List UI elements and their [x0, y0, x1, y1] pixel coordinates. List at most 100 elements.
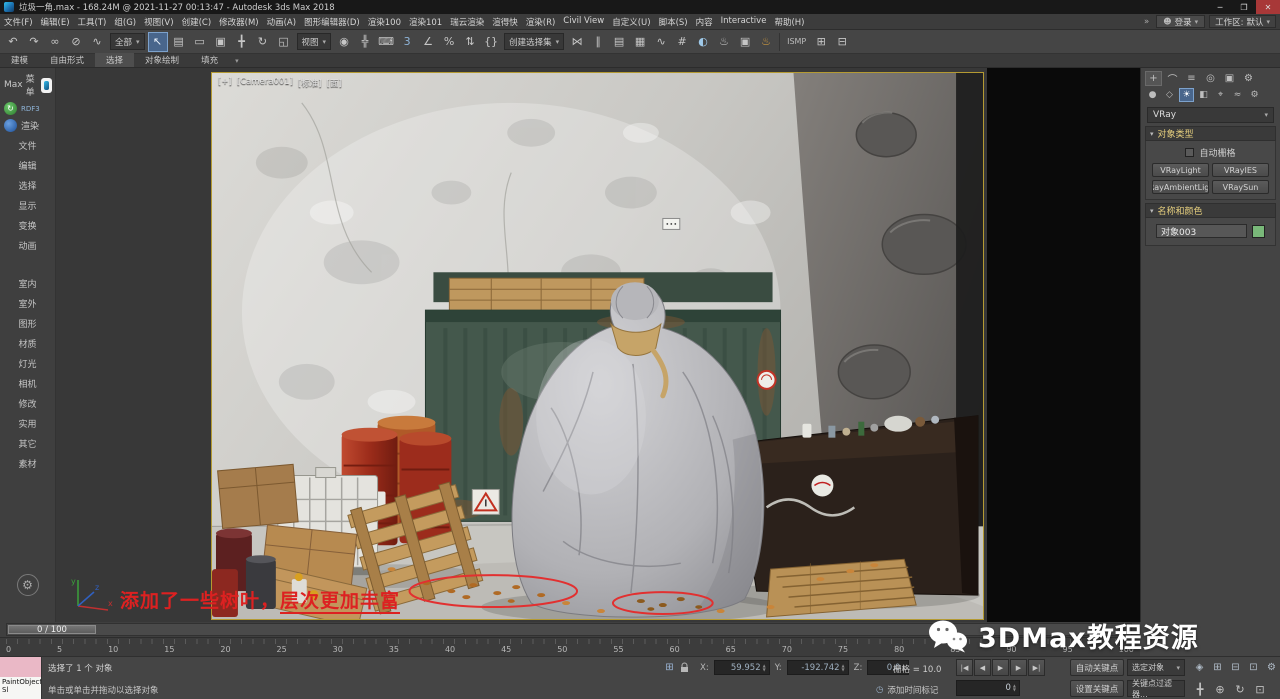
- time-slider-track[interactable]: 0 / 100: [6, 623, 1132, 636]
- sidebar-item[interactable]: 其它: [0, 435, 55, 455]
- menu-item[interactable]: 修改器(M): [215, 16, 262, 28]
- sidebar-item[interactable]: [0, 257, 55, 275]
- key-filters-button[interactable]: 关键点过滤器...: [1127, 680, 1185, 697]
- viewport-label-part[interactable]: [Camera001]: [237, 77, 293, 89]
- viewport-label-part[interactable]: [面]: [327, 77, 342, 89]
- zoom-icon[interactable]: ⊕: [1212, 681, 1228, 697]
- sidebar-item[interactable]: 室内: [0, 275, 55, 295]
- keyboard-override-icon[interactable]: ⌨: [376, 32, 396, 52]
- sidebar-item[interactable]: 材质: [0, 335, 55, 355]
- curve-editor-icon[interactable]: ∿: [651, 32, 671, 52]
- light-type-button[interactable]: VRaySun: [1212, 180, 1269, 194]
- rendered-frame-window-icon[interactable]: ▣: [735, 32, 755, 52]
- login-button[interactable]: ☻ 登录 ▾: [1156, 15, 1205, 28]
- grid-toggle-a-icon[interactable]: ⊞: [811, 32, 831, 52]
- menu-item[interactable]: 脚本(S): [655, 16, 692, 28]
- modify-tab-icon[interactable]: ⌒: [1164, 71, 1181, 86]
- menu-item[interactable]: 视图(V): [140, 16, 177, 28]
- ribbon-toggle-icon[interactable]: ▦: [630, 32, 650, 52]
- ribbon-tab[interactable]: 对象绘制: [134, 53, 190, 67]
- light-type-button[interactable]: VRayAmbientLight: [1152, 180, 1209, 194]
- menu-item[interactable]: 组(G): [110, 16, 140, 28]
- light-type-button[interactable]: VRayLight: [1152, 163, 1209, 177]
- systems-category-icon[interactable]: ⚙: [1247, 88, 1262, 102]
- menu-item[interactable]: 瑞云渲染: [446, 16, 488, 28]
- snap-mini-a-icon[interactable]: ⊞: [1210, 660, 1225, 675]
- menu-item[interactable]: 文件(F): [0, 16, 37, 28]
- menu-item[interactable]: 创建(C): [178, 16, 216, 28]
- redo-icon[interactable]: ↷: [24, 32, 44, 52]
- geometry-category-icon[interactable]: ●: [1145, 88, 1160, 102]
- menu-item[interactable]: 渲得快: [488, 16, 522, 28]
- grid-toggle-b-icon[interactable]: ⊟: [832, 32, 852, 52]
- orbit-icon[interactable]: ↻: [1232, 681, 1248, 697]
- sid​ebar-gear-icon[interactable]: ⚙: [17, 574, 39, 596]
- time-slider[interactable]: 0 / 100: [0, 622, 1140, 637]
- sidebar-item-render[interactable]: 渲染: [0, 117, 55, 134]
- menu-item[interactable]: 工具(T): [74, 16, 111, 28]
- toolbar-overflow-icon[interactable]: »: [1141, 17, 1152, 27]
- add-time-tag[interactable]: ◷ 添加时间标记: [876, 684, 938, 696]
- rectangular-selection-region-icon[interactable]: ▭: [190, 32, 210, 52]
- autogrid-toggle[interactable]: 自动栅格: [1150, 144, 1271, 163]
- material-editor-icon[interactable]: ◐: [693, 32, 713, 52]
- sidebar-item[interactable]: 选择: [0, 177, 55, 197]
- time-slider-handle[interactable]: 0 / 100: [8, 625, 96, 634]
- sidebar-item[interactable]: 图形: [0, 315, 55, 335]
- sidebar-item[interactable]: 变换: [0, 217, 55, 237]
- set-key-button[interactable]: 设置关键点: [1070, 680, 1124, 697]
- object-name-field[interactable]: 对象003: [1156, 224, 1247, 238]
- sidebar-item[interactable]: 室外: [0, 295, 55, 315]
- bind-to-space-warp-icon[interactable]: ∿: [87, 32, 107, 52]
- menu-item[interactable]: Interactive: [717, 16, 771, 28]
- menu-item[interactable]: 图形编辑器(D): [300, 16, 364, 28]
- helpers-category-icon[interactable]: ⌖: [1213, 88, 1228, 102]
- named-selection-dropdown[interactable]: 创建选择集▾: [504, 33, 564, 50]
- layer-explorer-icon[interactable]: ▤: [609, 32, 629, 52]
- lights-category-icon[interactable]: ☀: [1179, 88, 1194, 102]
- hierarchy-tab-icon[interactable]: ≡: [1183, 71, 1200, 86]
- display-tab-icon[interactable]: ▣: [1221, 71, 1238, 86]
- select-and-rotate-icon[interactable]: ↻: [253, 32, 273, 52]
- go-to-end-button[interactable]: ▶|: [1028, 659, 1045, 676]
- sidebar-item[interactable]: 显示: [0, 197, 55, 217]
- menu-item[interactable]: 动画(A): [263, 16, 300, 28]
- snap-mini-c-icon[interactable]: ⊡: [1246, 660, 1261, 675]
- menu-item[interactable]: 帮助(H): [770, 16, 808, 28]
- play-button[interactable]: ▶: [992, 659, 1009, 676]
- sidebar-item[interactable]: 修改: [0, 395, 55, 415]
- schematic-view-icon[interactable]: #: [672, 32, 692, 52]
- viewport-area[interactable]: [+][Camera001][标准][面]: [56, 68, 1140, 622]
- cameras-category-icon[interactable]: ◧: [1196, 88, 1211, 102]
- shapes-category-icon[interactable]: ◇: [1162, 88, 1177, 102]
- y-coordinate-field[interactable]: -192.742▲▼: [787, 660, 849, 675]
- maximize-button[interactable]: ❐: [1232, 0, 1256, 14]
- menu-item[interactable]: 内容: [692, 16, 717, 28]
- menu-item[interactable]: 渲染101: [405, 16, 446, 28]
- track-bar[interactable]: 0510152025303540455055606570758085909510…: [0, 637, 1140, 656]
- undo-icon[interactable]: ↶: [3, 32, 23, 52]
- percent-snap-icon[interactable]: %: [439, 32, 459, 52]
- menu-item[interactable]: 自定义(U): [608, 16, 654, 28]
- auto-key-button[interactable]: 自动关键点: [1070, 659, 1124, 676]
- sidebar-render-tool[interactable]: ↻ RDF3: [0, 100, 55, 117]
- workspace-selector[interactable]: 工作区: 默认 ▾: [1209, 15, 1276, 28]
- listener-macro-pane[interactable]: [0, 657, 41, 677]
- light-type-button[interactable]: VRayIES: [1212, 163, 1269, 177]
- spacewarps-category-icon[interactable]: ≈: [1230, 88, 1245, 102]
- render-production-icon[interactable]: ♨: [756, 32, 776, 52]
- unlink-selection-icon[interactable]: ⊘: [66, 32, 86, 52]
- current-frame-field[interactable]: 0▲▼: [956, 680, 1020, 696]
- ribbon-tab[interactable]: 自由形式: [39, 53, 95, 67]
- maxscript-mini-listener[interactable]: PaintObject: Sl: [0, 657, 42, 699]
- angle-snap-icon[interactable]: ∠: [418, 32, 438, 52]
- mini-gear-icon[interactable]: ⚙: [1264, 660, 1279, 675]
- render-setup-icon[interactable]: ♨: [714, 32, 734, 52]
- ribbon-tab[interactable]: 填充: [190, 53, 229, 67]
- utilities-tab-icon[interactable]: ⚙: [1240, 71, 1257, 86]
- motion-tab-icon[interactable]: ◎: [1202, 71, 1219, 86]
- sidebar-item[interactable]: 动画: [0, 237, 55, 257]
- light-category-dropdown[interactable]: VRay ▾: [1147, 107, 1274, 123]
- key-mode-dropdown[interactable]: 选定对象▾: [1127, 659, 1185, 676]
- previous-frame-button[interactable]: ◀: [974, 659, 991, 676]
